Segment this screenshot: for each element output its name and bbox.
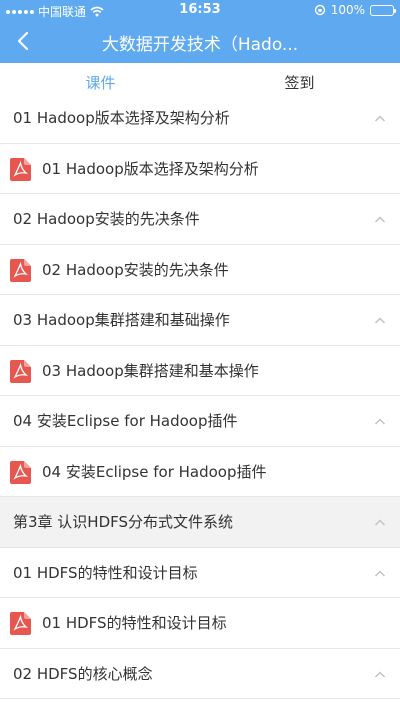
section-title: 02 HDFS的核心概念 xyxy=(13,664,153,683)
file-title: 01 HDFS的特性和设计目标 xyxy=(42,614,227,632)
chevron-up-icon xyxy=(374,670,386,678)
section-row[interactable]: 01 Hadoop版本选择及架构分析 xyxy=(0,93,400,144)
file-title: 02 Hadoop安装的先决条件 xyxy=(42,260,229,279)
chapter-row[interactable]: 第3章 认识HDFS分布式文件系统 xyxy=(0,497,400,548)
section-title: 02 Hadoop安装的先决条件 xyxy=(13,210,200,228)
chevron-up-icon xyxy=(374,418,386,425)
section-title: 01 Hadoop版本选择及架构分析 xyxy=(13,109,230,127)
course-list: 01 Hadoop版本选择及架构分析 01 Hadoop版本选择及架构分析 02… xyxy=(0,93,400,710)
section-row[interactable]: 01 HDFS的特性和设计目标 xyxy=(0,547,400,598)
pdf-icon xyxy=(10,460,31,484)
section-title: 04 安装Eclipse for Hadoop插件 xyxy=(13,412,238,430)
battery-icon xyxy=(370,4,396,16)
file-title: 04 安装Eclipse for Hadoop插件 xyxy=(42,462,267,481)
file-row[interactable]: 02 Hadoop安装的先决条件 xyxy=(0,244,400,295)
pdf-icon xyxy=(10,612,31,635)
chevron-up-icon xyxy=(374,115,386,122)
back-button[interactable] xyxy=(10,28,36,54)
chevron-left-icon xyxy=(17,31,29,51)
section-row[interactable]: 03 Hadoop集群搭建和基础操作 xyxy=(0,295,400,346)
file-title: 03 Hadoop集群搭建和基本操作 xyxy=(42,361,259,380)
chevron-up-icon xyxy=(374,519,386,526)
file-title: 01 Hadoop版本选择及架构分析 xyxy=(42,159,259,178)
file-row[interactable]: 01 Hadoop版本选择及架构分析 xyxy=(0,143,400,194)
section-row[interactable]: 04 安装Eclipse for Hadoop插件 xyxy=(0,396,400,447)
section-title: 01 HDFS的特性和设计目标 xyxy=(13,563,198,582)
status-bar: 中国联通 16:53 100% xyxy=(0,0,400,20)
chevron-up-icon xyxy=(374,216,386,223)
chevron-up-icon xyxy=(374,569,386,577)
nav-bar: 大数据开发技术（Hado... xyxy=(0,20,400,63)
orientation-lock-icon xyxy=(314,4,325,16)
battery-percent: 100% xyxy=(330,3,365,17)
section-title: 03 Hadoop集群搭建和基础操作 xyxy=(13,311,230,329)
file-row[interactable]: 04 安装Eclipse for Hadoop插件 xyxy=(0,446,400,497)
pdf-icon xyxy=(10,258,31,282)
section-row[interactable]: 02 Hadoop安装的先决条件 xyxy=(0,194,400,245)
chevron-up-icon xyxy=(374,317,386,324)
section-row[interactable]: 02 HDFS的核心概念 xyxy=(0,648,400,699)
pdf-icon xyxy=(10,157,31,181)
file-row[interactable]: 03 Hadoop集群搭建和基本操作 xyxy=(0,345,400,396)
page-title: 大数据开发技术（Hado... xyxy=(101,35,299,55)
app-header: 中国联通 16:53 100% 大数据开发技术（Hado... xyxy=(0,0,400,63)
chapter-title: 第3章 认识HDFS分布式文件系统 xyxy=(13,513,234,531)
status-right: 100% xyxy=(314,3,396,17)
file-row[interactable]: 01 HDFS的特性和设计目标 xyxy=(0,598,400,649)
pdf-icon xyxy=(10,359,31,383)
